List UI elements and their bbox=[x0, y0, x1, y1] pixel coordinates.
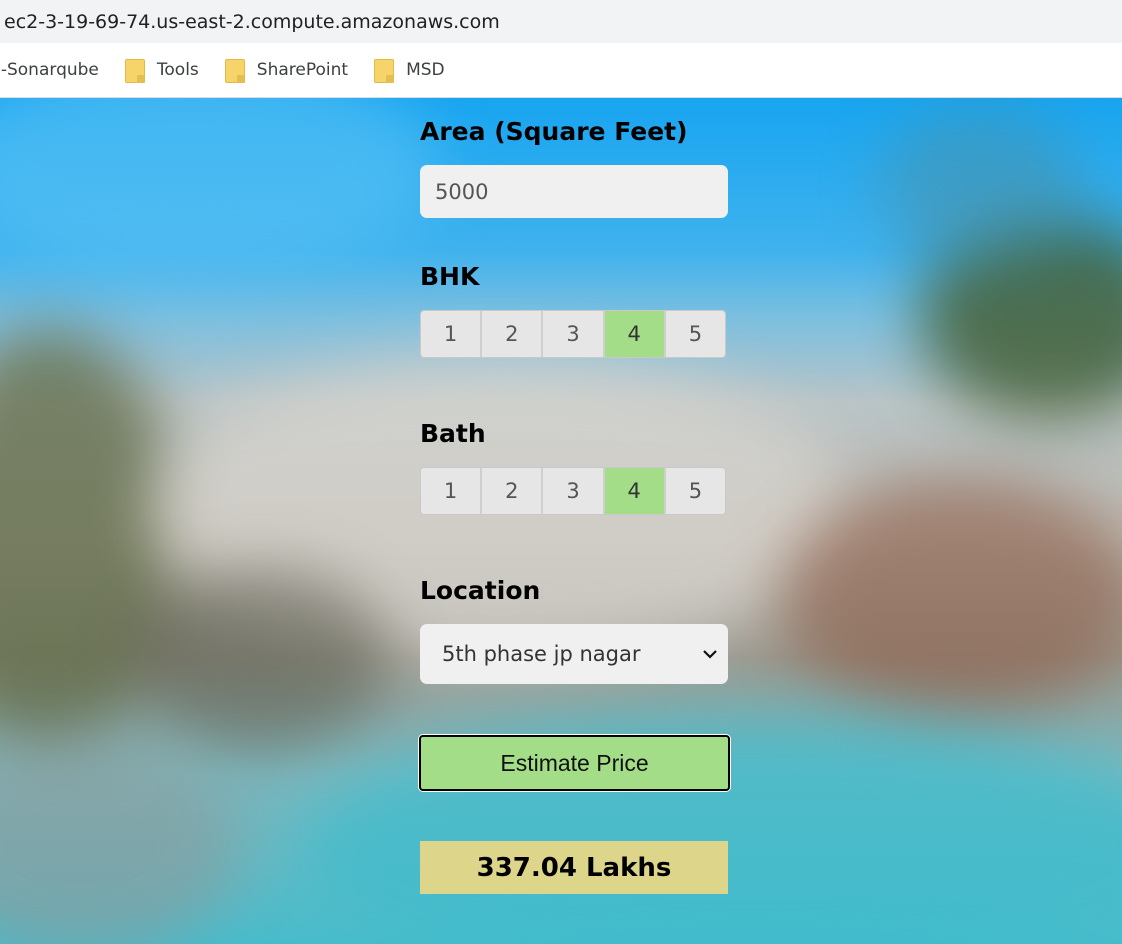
estimate-price-button[interactable]: Estimate Price bbox=[419, 735, 730, 791]
location-select[interactable]: 5th phase jp nagar bbox=[420, 624, 728, 684]
bhk-option-2[interactable]: 2 bbox=[482, 311, 544, 357]
estimated-price-result: 337.04 Lakhs bbox=[420, 841, 728, 894]
area-label: Area (Square Feet) bbox=[420, 117, 688, 146]
bath-option-5[interactable]: 5 bbox=[665, 468, 725, 514]
folder-icon bbox=[224, 59, 245, 83]
bookmark-label: Tools bbox=[156, 60, 199, 80]
bookmark-sharepoint[interactable]: SharePoint bbox=[224, 59, 349, 83]
address-bar[interactable]: ec2-3-19-69-74.us-east-2.compute.amazona… bbox=[0, 0, 1122, 43]
bhk-option-1[interactable]: 1 bbox=[421, 311, 483, 357]
location-value: 5th phase jp nagar bbox=[442, 642, 641, 666]
bhk-selector: 1 2 3 4 5 bbox=[420, 310, 726, 358]
folder-icon bbox=[374, 59, 395, 83]
bath-option-4[interactable]: 4 bbox=[604, 468, 666, 514]
bookmark-label: SharePoint bbox=[256, 60, 349, 80]
bhk-label: BHK bbox=[420, 262, 480, 291]
bookmark-tools[interactable]: Tools bbox=[124, 59, 199, 83]
bath-option-1[interactable]: 1 bbox=[421, 468, 483, 514]
bookmark-label: MSD bbox=[406, 60, 445, 80]
folder-icon bbox=[124, 59, 145, 83]
bookmarks-bar: s-Sonarqube Tools SharePoint MSD bbox=[0, 43, 1122, 98]
bath-option-3[interactable]: 3 bbox=[543, 468, 605, 514]
background-image bbox=[0, 98, 1122, 944]
area-input[interactable]: 5000 bbox=[420, 165, 728, 218]
url-text[interactable]: ec2-3-19-69-74.us-east-2.compute.amazona… bbox=[4, 11, 500, 33]
bhk-option-5[interactable]: 5 bbox=[665, 311, 725, 357]
location-label: Location bbox=[420, 576, 541, 605]
bath-option-2[interactable]: 2 bbox=[482, 468, 544, 514]
bhk-option-3[interactable]: 3 bbox=[543, 311, 605, 357]
bath-selector: 1 2 3 4 5 bbox=[420, 467, 726, 515]
bookmark-sonarqube[interactable]: s-Sonarqube bbox=[0, 60, 99, 80]
bookmark-msd[interactable]: MSD bbox=[374, 59, 445, 83]
chevron-down-icon bbox=[702, 646, 718, 662]
bath-label: Bath bbox=[420, 419, 486, 448]
bhk-option-4[interactable]: 4 bbox=[604, 311, 666, 357]
